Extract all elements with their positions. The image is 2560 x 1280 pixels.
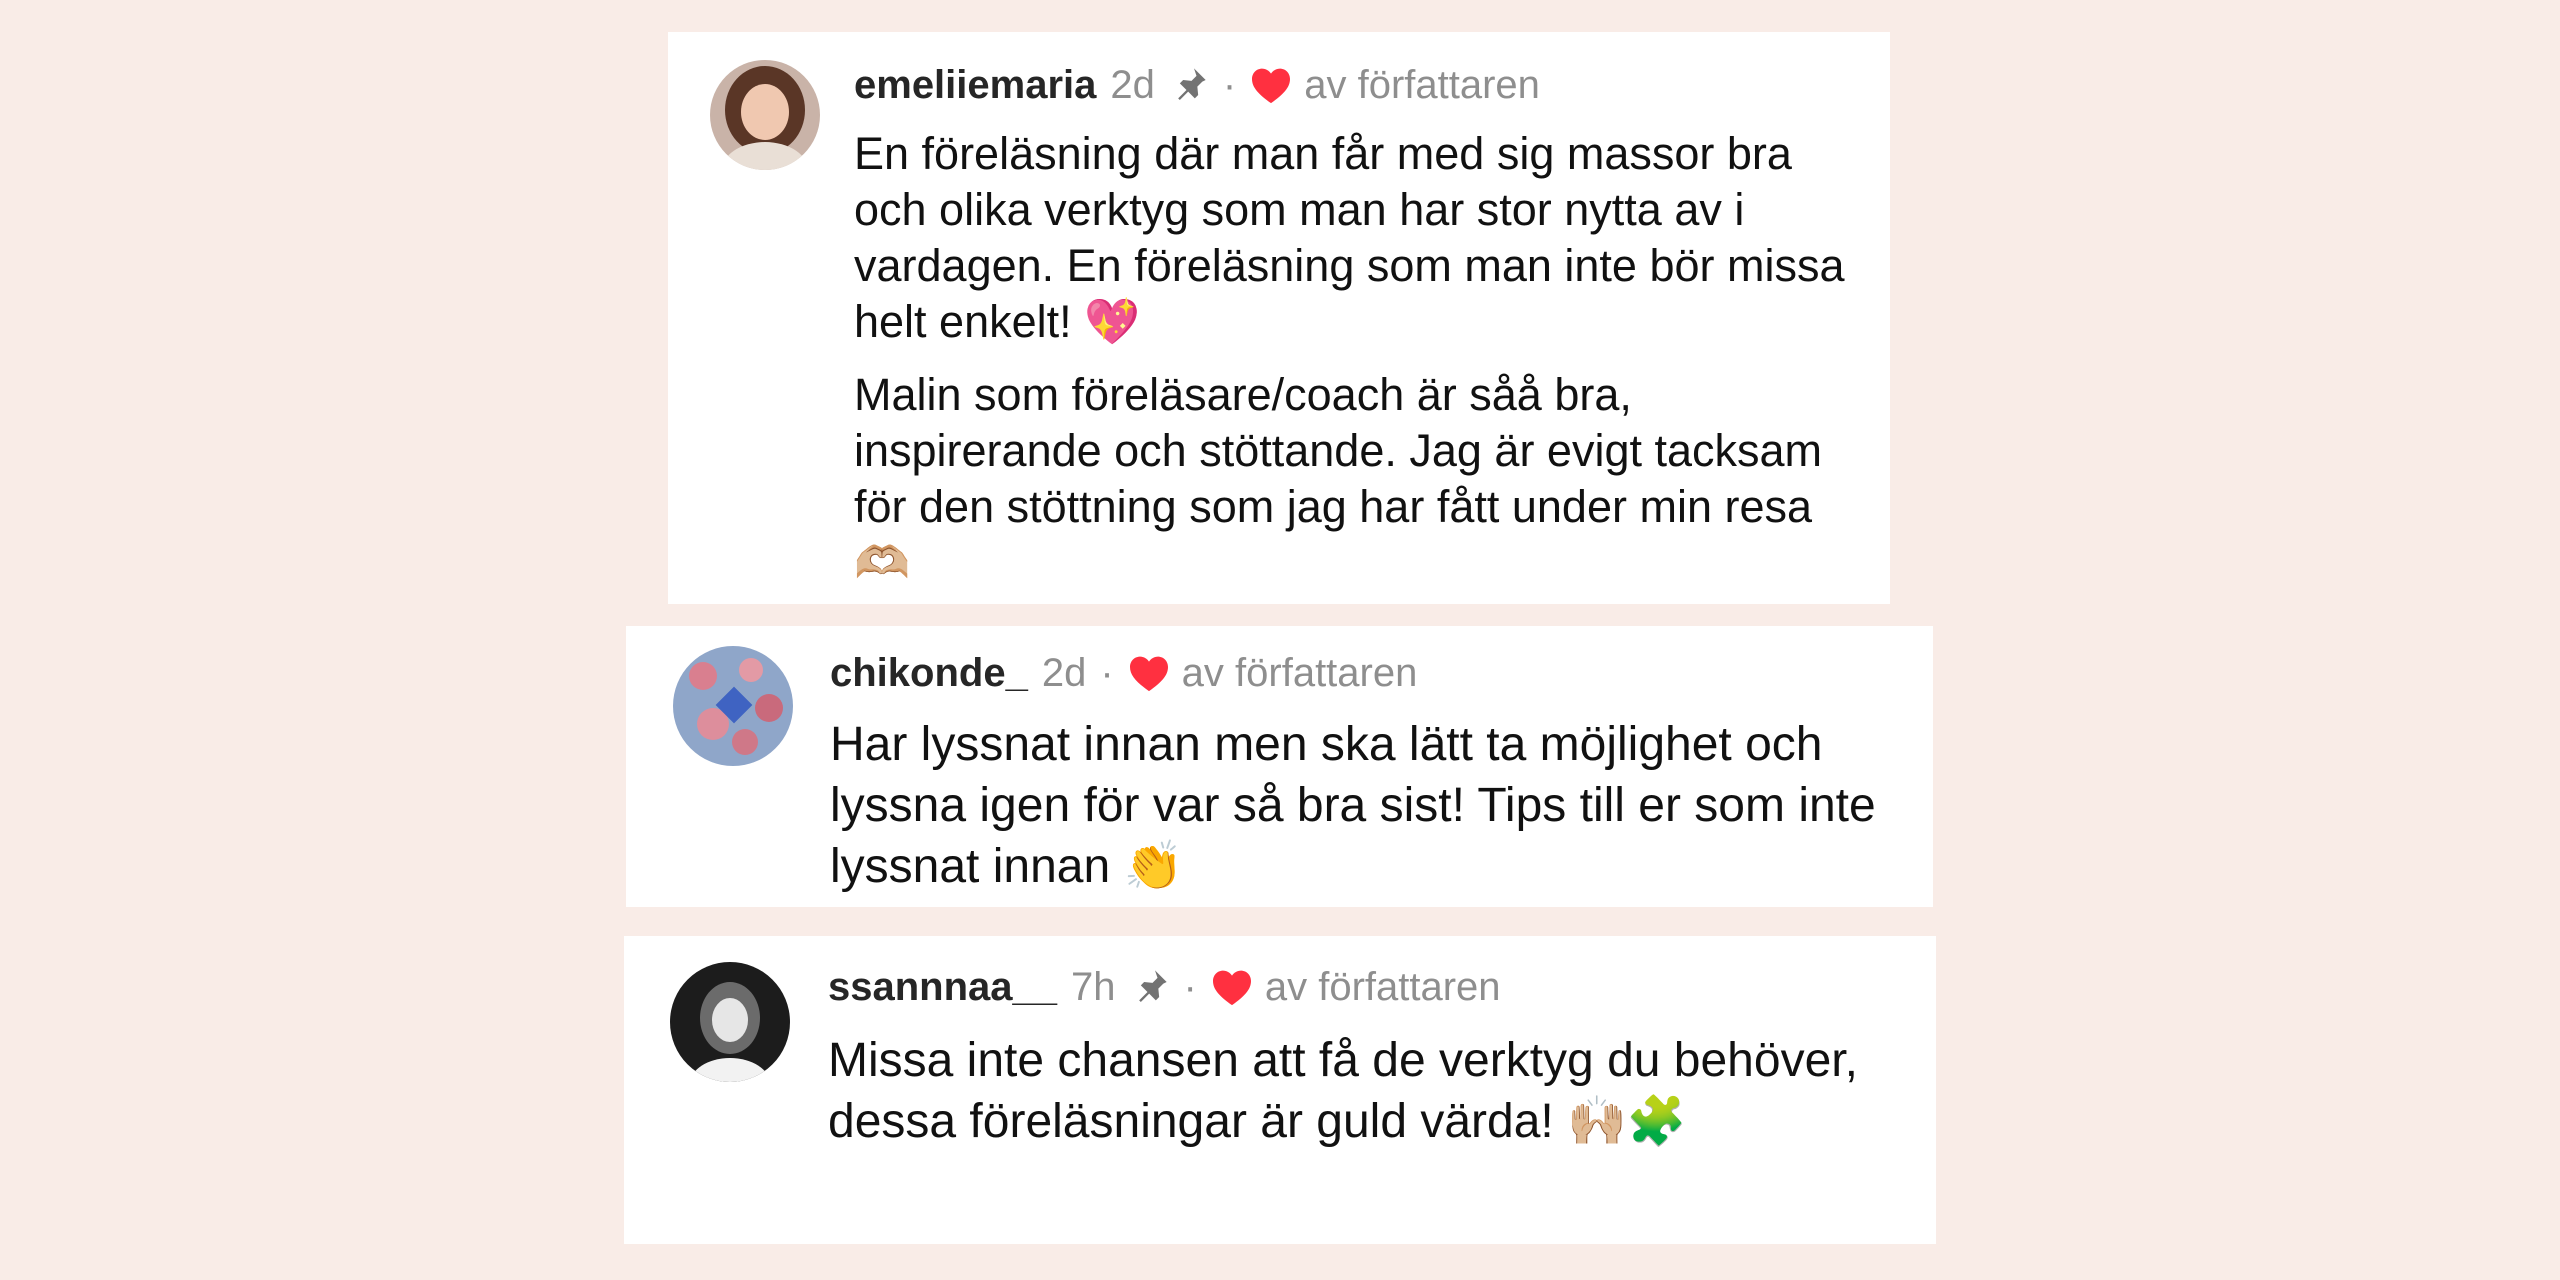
avatar[interactable] bbox=[710, 60, 820, 170]
timestamp[interactable]: 2d bbox=[1042, 653, 1087, 693]
comment-paragraph: Malin som föreläsare/coach är såå bra, i… bbox=[854, 369, 1823, 588]
avatar-photo bbox=[710, 60, 820, 170]
timestamp[interactable]: 2d bbox=[1110, 65, 1155, 105]
liked-by-author-label: av författaren bbox=[1181, 651, 1418, 695]
comment-meta: emeliiemaria 2d · av författaren bbox=[854, 62, 1540, 108]
separator-dot: · bbox=[1100, 651, 1114, 695]
comment-card: chikonde_ 2d · av författaren Har lyssna… bbox=[626, 626, 1933, 907]
comment-text: Har lyssnat innan men ska lätt ta möjlig… bbox=[830, 714, 1910, 897]
comment-text: En föreläsning där man får med sig masso… bbox=[854, 126, 1874, 591]
comment-paragraph: Missa inte chansen att få de verktyg du … bbox=[828, 1034, 1858, 1148]
avatar-photo bbox=[673, 646, 793, 766]
comment-text: Missa inte chansen att få de verktyg du … bbox=[828, 1030, 1918, 1152]
comment-card: ssannnaa__ 7h · av författaren Missa int… bbox=[624, 936, 1936, 1244]
username[interactable]: chikonde_ bbox=[830, 653, 1028, 693]
timestamp[interactable]: 7h bbox=[1071, 967, 1116, 1007]
avatar-photo bbox=[670, 962, 790, 1082]
liked-by-author-label: av författaren bbox=[1264, 965, 1501, 1009]
comment-meta: ssannnaa__ 7h · av författaren bbox=[828, 964, 1501, 1010]
comment-meta: chikonde_ 2d · av författaren bbox=[830, 650, 1417, 696]
heart-icon bbox=[1250, 66, 1292, 104]
comment-paragraph: En föreläsning där man får med sig masso… bbox=[854, 128, 1845, 347]
pin-icon bbox=[1130, 967, 1170, 1007]
username[interactable]: ssannnaa__ bbox=[828, 967, 1057, 1007]
comment-paragraph: Har lyssnat innan men ska lätt ta möjlig… bbox=[830, 718, 1876, 893]
pin-icon bbox=[1169, 65, 1209, 105]
avatar[interactable] bbox=[673, 646, 793, 766]
liked-by-author-label: av författaren bbox=[1304, 63, 1540, 107]
heart-icon bbox=[1128, 654, 1170, 692]
separator-dot: · bbox=[1222, 63, 1237, 107]
separator-dot: · bbox=[1183, 965, 1197, 1009]
username[interactable]: emeliiemaria bbox=[854, 65, 1096, 105]
heart-icon bbox=[1211, 968, 1253, 1006]
avatar[interactable] bbox=[670, 962, 790, 1082]
comment-card: emeliiemaria 2d · av författaren En före… bbox=[668, 32, 1890, 604]
